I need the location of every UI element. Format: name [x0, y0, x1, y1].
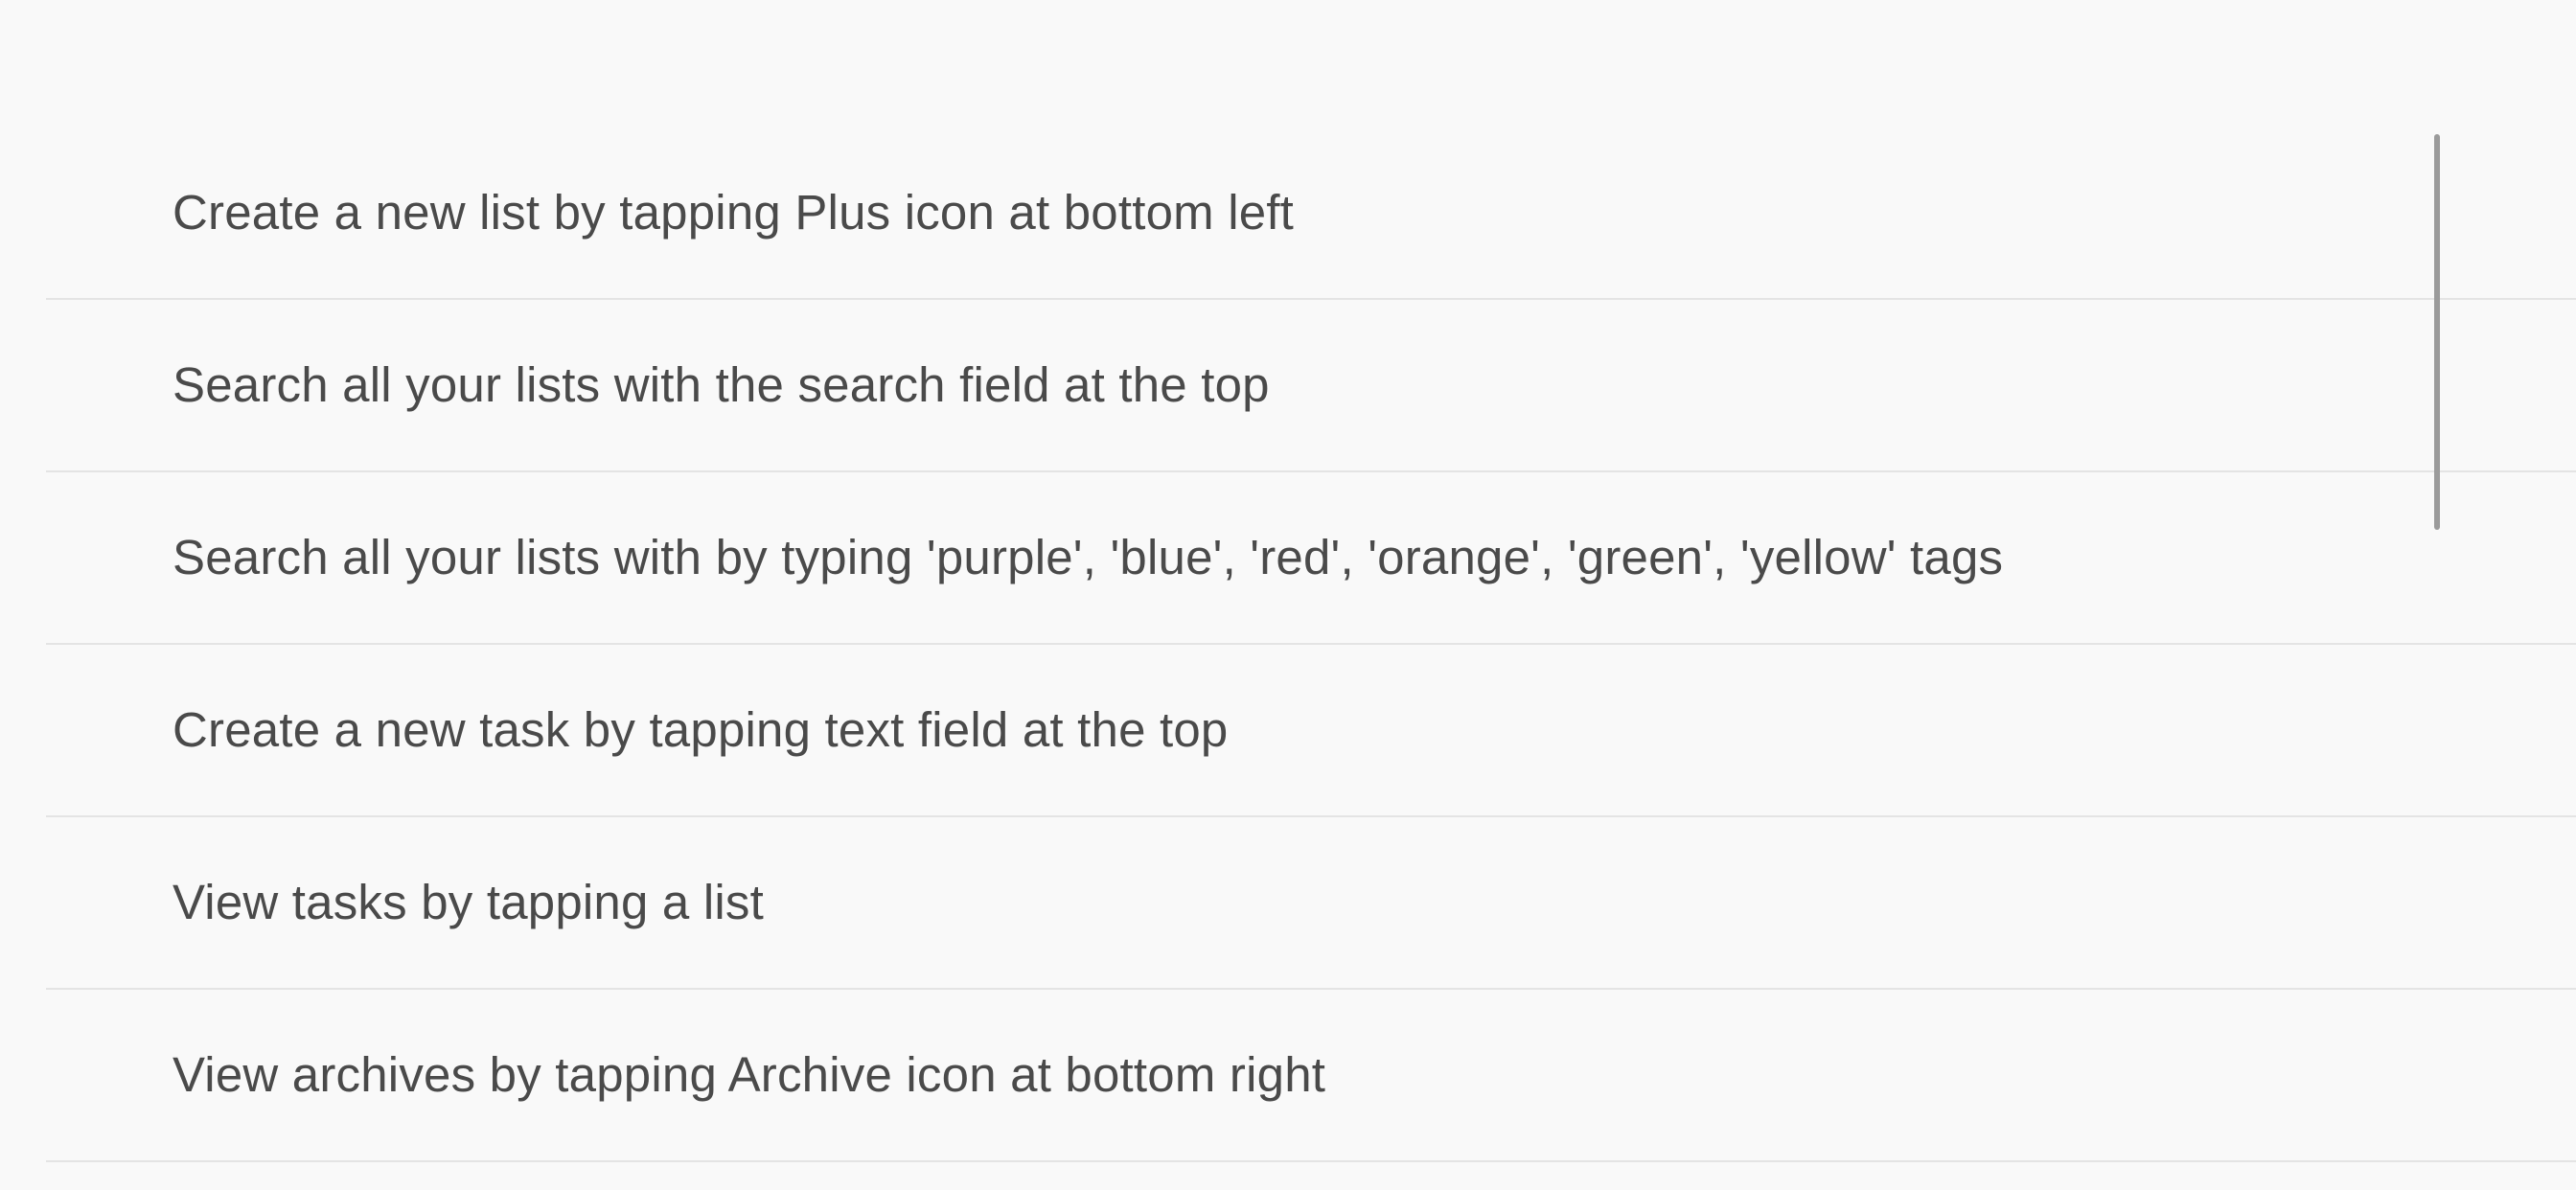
list-item[interactable]: View tasks by tapping a list: [0, 817, 2576, 990]
tip-text: View archives by tapping Archive icon at…: [172, 1047, 1326, 1102]
tip-text: Search all your lists with by typing 'pu…: [172, 530, 2004, 584]
tips-list[interactable]: Create a new list by tapping Plus icon a…: [0, 127, 2576, 1162]
tip-text: View tasks by tapping a list: [172, 875, 764, 929]
list-item[interactable]: Search all your lists with the search fi…: [0, 300, 2576, 472]
tip-text: Search all your lists with the search fi…: [172, 357, 1270, 412]
tip-text: Create a new task by tapping text field …: [172, 702, 1229, 757]
tips-screen: Create a new list by tapping Plus icon a…: [0, 0, 2576, 1190]
tip-text: Create a new list by tapping Plus icon a…: [172, 185, 1295, 240]
list-item[interactable]: Search all your lists with by typing 'pu…: [0, 472, 2576, 645]
vertical-scrollbar[interactable]: [2434, 134, 2440, 530]
list-item[interactable]: View archives by tapping Archive icon at…: [0, 990, 2576, 1162]
list-item[interactable]: Create a new list by tapping Plus icon a…: [0, 127, 2576, 300]
row-divider: [46, 1160, 2576, 1162]
list-item[interactable]: Create a new task by tapping text field …: [0, 645, 2576, 817]
